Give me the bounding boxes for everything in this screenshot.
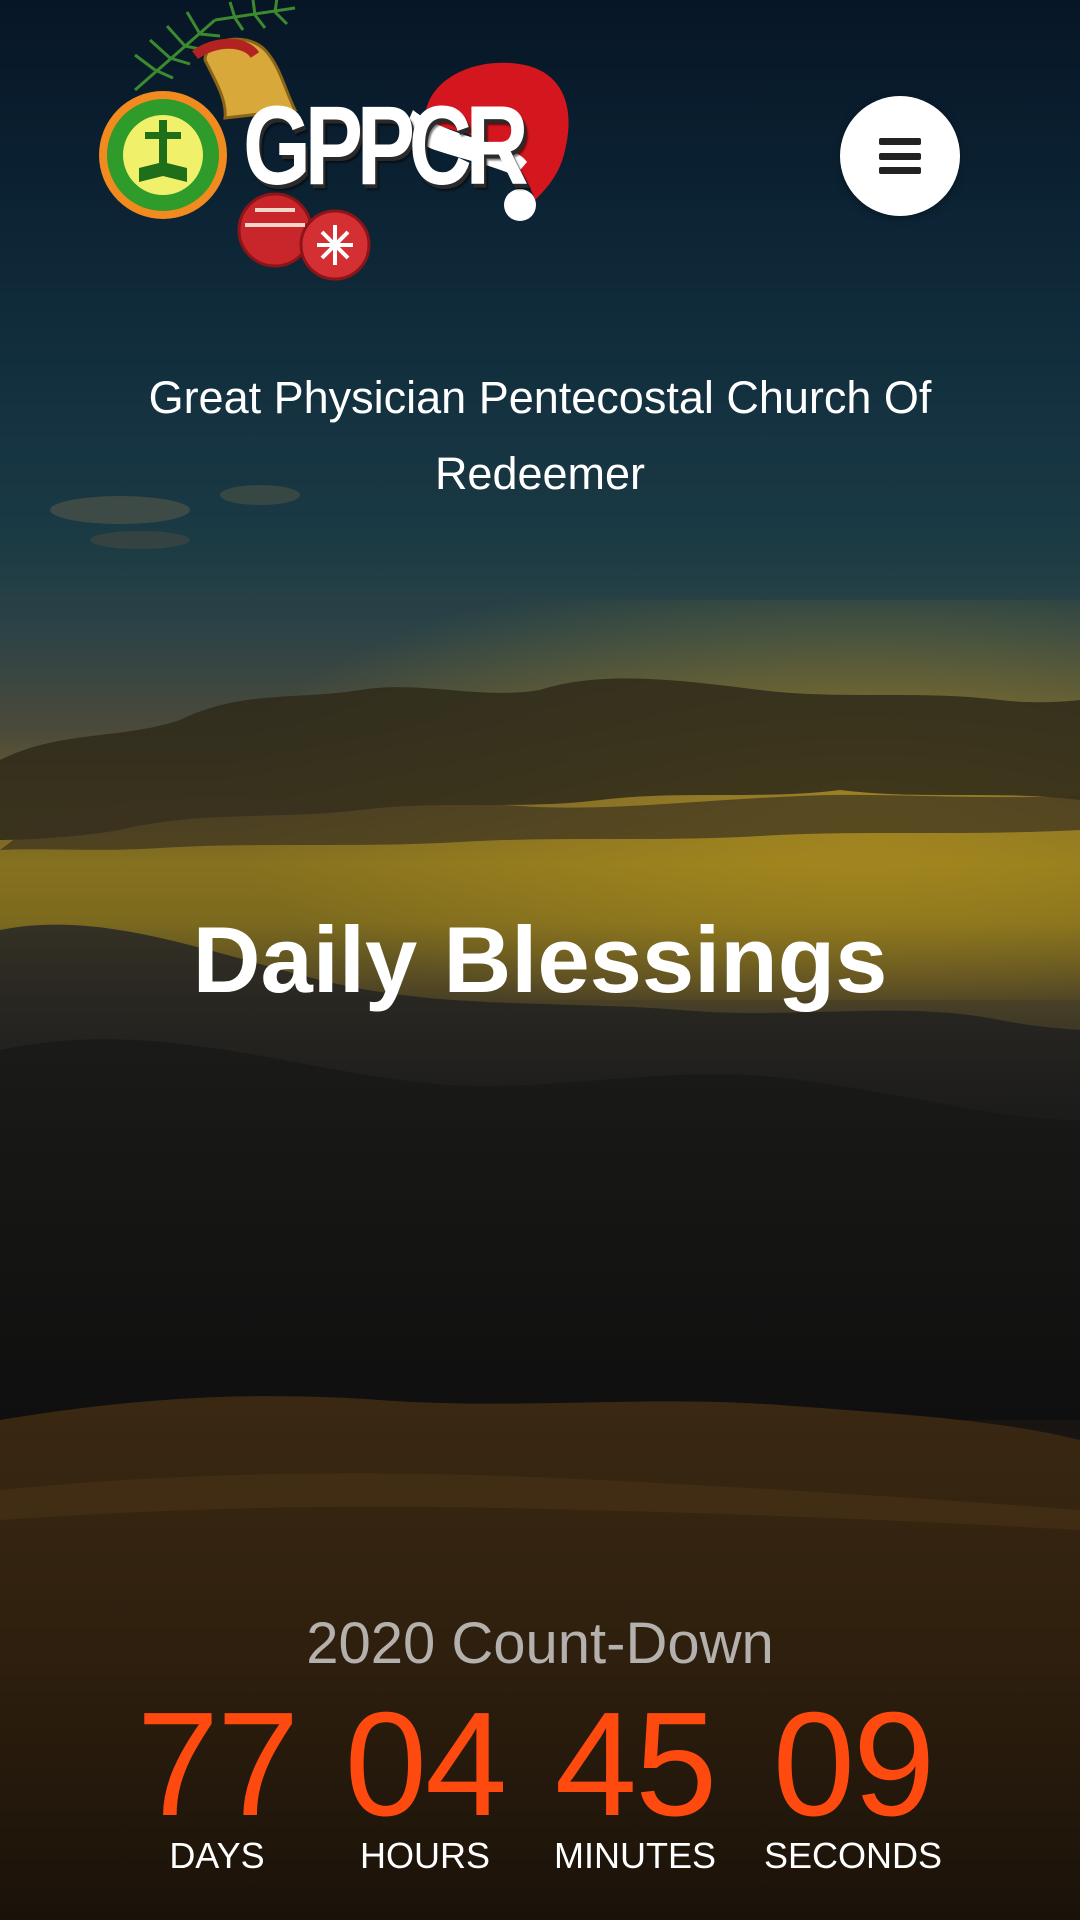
church-emblem-icon [99,91,227,219]
countdown-seconds-value: 09 [772,1682,936,1847]
countdown-hours: 04 HOURS [315,1690,535,1876]
countdown-minutes: 45 MINUTES [525,1690,745,1876]
countdown-hours-value: 04 [344,1682,508,1847]
church-name: Great Physician Pentecostal Church Of Re… [148,372,932,499]
countdown-minutes-value: 45 [554,1682,718,1847]
countdown-minutes-label: MINUTES [554,1835,716,1876]
countdown-days: 77 DAYS [107,1690,327,1876]
countdown-seconds: 09 SECONDS [743,1690,963,1876]
site-logo[interactable]: GPPCR [95,0,585,285]
countdown-title: 2020 Count-Down [306,1611,774,1676]
page: GPPCR Great Physician Pentecostal Church… [0,0,1080,1920]
hero-title: Daily Blessings [192,907,888,1012]
countdown-timer: 77 DAYS 04 HOURS 45 MINUTES 09 SECONDS [0,1690,1080,1890]
logo-text: GPPCR [243,83,529,208]
menu-button[interactable] [840,96,960,216]
countdown-days-value: 77 [136,1682,300,1847]
countdown-seconds-label: SECONDS [763,1835,943,1876]
hamburger-menu-icon [879,138,921,174]
